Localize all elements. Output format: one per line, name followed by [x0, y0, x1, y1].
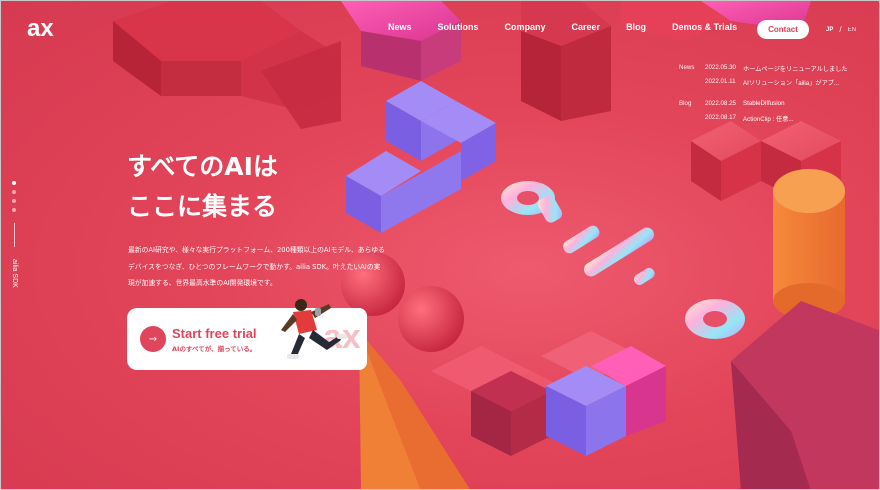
blog-title: StableDiffusion — [743, 100, 785, 107]
page-frame: ax News Solutions Company Career Blog De… — [0, 0, 880, 490]
description-line-1: 最新のAI研究や、様々な実行プラットフォーム、200種類以上のAIモデル、あらゆ… — [128, 246, 385, 254]
hero-headline: すべてのAIは ここに集まる — [127, 147, 278, 227]
lang-separator: / — [839, 25, 842, 34]
main-nav: News Solutions Company Career Blog Demos… — [388, 22, 763, 32]
svg-text:ax: ax — [27, 17, 54, 41]
news-category: News — [679, 64, 695, 71]
description-line-2: デバイスをつなぎ、ひとつのフレームワークで動かす。ailia SDK。叶えたいA… — [128, 262, 381, 271]
nav-blog[interactable]: Blog — [626, 22, 646, 32]
side-vertical-label: ailia SDK — [11, 259, 18, 288]
runner-photo: ax — [277, 299, 367, 370]
headline-line-2: ここに集まる — [127, 192, 278, 221]
slide-dot[interactable] — [12, 208, 16, 212]
news-date: 2022.05.30 — [705, 64, 736, 71]
ax-logo[interactable]: ax — [27, 17, 69, 41]
slide-dot[interactable] — [12, 190, 16, 194]
news-title: AIソリューション「ailia」がアプ... — [743, 80, 840, 87]
nav-news[interactable]: News — [388, 22, 412, 32]
blog-date: 2022.08.17 — [705, 114, 736, 121]
news-date: 2022.01.11 — [705, 78, 736, 85]
nav-company[interactable]: Company — [505, 22, 546, 32]
blog-category: Blog — [679, 100, 692, 107]
description-line-3: 現が加速する、世界最高水準のAI開発環境です。 — [128, 279, 277, 287]
blog-title: ActionClip : 任意... — [743, 116, 794, 123]
trial-subtitle: AIのすべてが、揃っている。 — [172, 345, 257, 353]
news-title: ホームページをリニューアルしました — [743, 66, 848, 73]
arrow-right-icon[interactable]: → — [140, 326, 166, 352]
slide-dot[interactable] — [12, 199, 16, 203]
nav-career[interactable]: Career — [572, 22, 601, 32]
slide-dot[interactable] — [12, 181, 16, 185]
nav-solutions[interactable]: Solutions — [438, 22, 479, 32]
side-divider — [14, 223, 15, 247]
trial-title: Start free trial — [172, 326, 257, 341]
nav-demos-trials[interactable]: Demos & Trials — [672, 22, 737, 32]
headline-line-1: すべてのAIは — [127, 152, 278, 181]
contact-button[interactable]: Contact — [757, 20, 809, 39]
slide-pagination — [12, 181, 16, 217]
lang-jp[interactable]: JP — [826, 27, 833, 33]
language-switcher: JP / EN — [826, 25, 856, 34]
lang-en[interactable]: EN — [848, 27, 856, 33]
hero-description: 最新のAI研究や、様々な実行プラットフォーム、200種類以上のAIモデル、あらゆ… — [128, 242, 408, 292]
start-free-trial-card[interactable]: → Start free trial AIのすべてが、揃っている。 ax — [127, 299, 367, 370]
blog-date: 2022.08.25 — [705, 100, 736, 107]
